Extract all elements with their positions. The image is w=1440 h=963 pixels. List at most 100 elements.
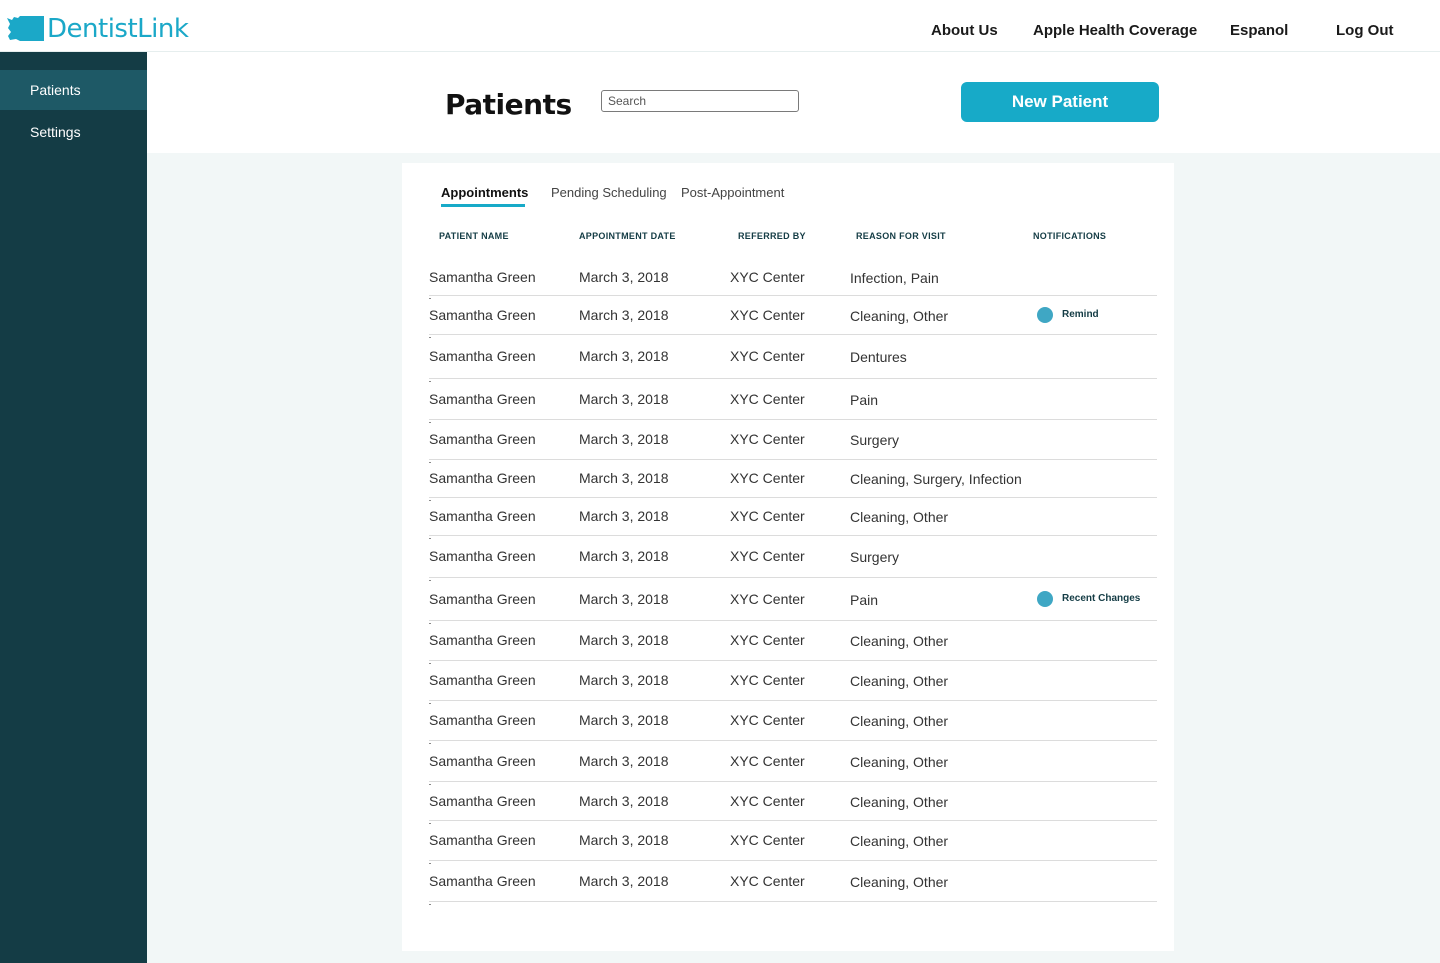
reason-for-visit-cell: Surgery [850,549,900,565]
reason-for-visit-cell: Pain [850,592,879,608]
page-title: Patients [445,88,572,121]
referred-by-cell: XYC Center [730,391,805,407]
sidebar-item-patients[interactable]: Patients [0,70,147,110]
reason-for-visit-cell: Cleaning, Other [850,754,949,770]
search-input[interactable] [601,90,799,112]
notification-label[interactable]: Remind [1062,309,1099,320]
column-header-reason-for-visit[interactable]: REASON FOR VISIT [856,231,946,241]
sidebar-item-settings[interactable]: Settings [0,112,147,152]
referred-by-cell: XYC Center [730,307,805,323]
patient-name-cell: Samantha Green [429,793,536,809]
tab-post-appointment[interactable]: Post-Appointment [681,185,784,200]
table-row[interactable]: Samantha Green March 3, 2018 XYC Center Cle… [429,620,1157,664]
notification-dot-icon[interactable] [1037,591,1053,607]
patient-name-cell: Samantha Green [429,348,536,364]
reason-for-visit-cell: Surgery [850,432,900,448]
patient-name-cell: Samantha Green [429,712,536,728]
appointment-date-cell: March 3, 2018 [579,873,669,889]
referred-by-cell: XYC Center [730,431,805,447]
active-tab-indicator [441,204,525,207]
new-patient-button[interactable]: New Patient [961,82,1159,122]
top-bar: DentistLink About Us Apple Health Covera… [0,0,1440,52]
referred-by-cell: XYC Center [730,269,805,285]
reason-for-visit-cell: Dentures [850,349,907,365]
appointment-date-cell: March 3, 2018 [579,548,669,564]
table-row[interactable]: Samantha Green March 3, 2018 XYC Center Cle… [429,295,1157,338]
table-row[interactable]: Samantha Green March 3, 2018 XYC Center Cle… [429,660,1157,704]
column-header-appointment-date[interactable]: APPOINTMENT DATE [579,231,676,241]
patient-name-cell: Samantha Green [429,753,536,769]
table-row[interactable]: Samantha Green March 3, 2018 XYC Center Pai… [429,378,1157,423]
patient-name-cell: Samantha Green [429,470,536,486]
tab-appointments[interactable]: Appointments [441,185,528,200]
patient-name-cell: Samantha Green [429,269,536,285]
nav-espanol[interactable]: Espanol [1230,22,1288,39]
reason-for-visit-cell: Cleaning, Other [850,633,949,649]
reason-for-visit-cell: Cleaning, Surgery, Infection [850,471,1022,487]
referred-by-cell: XYC Center [730,672,805,688]
appointment-date-cell: March 3, 2018 [579,307,669,323]
column-header-referred-by[interactable]: REFERRED BY [738,231,806,241]
reason-for-visit-cell: Cleaning, Other [850,673,949,689]
appointment-date-cell: March 3, 2018 [579,431,669,447]
table-row[interactable]: Samantha Green March 3, 2018 XYC Center Den… [429,334,1157,382]
notification-label[interactable]: Recent Changes [1062,593,1140,604]
reason-for-visit-cell: Infection, Pain [850,270,939,286]
tab-pending-scheduling[interactable]: Pending Scheduling [551,185,667,200]
patient-name-cell: Samantha Green [429,672,536,688]
table-row[interactable]: Samantha Green March 3, 2018 XYC Center Inf… [429,259,1157,299]
table-row[interactable]: Samantha Green March 3, 2018 XYC Center Cle… [429,740,1157,785]
referred-by-cell: XYC Center [730,591,805,607]
patient-name-cell: Samantha Green [429,548,536,564]
appointment-date-cell: March 3, 2018 [579,508,669,524]
patient-name-cell: Samantha Green [429,307,536,323]
table-row[interactable]: Samantha Green March 3, 2018 XYC Center Cle… [429,459,1157,501]
referred-by-cell: XYC Center [730,712,805,728]
row-marker [429,904,431,905]
table-row[interactable]: Samantha Green March 3, 2018 XYC Center Cle… [429,497,1157,539]
referred-by-cell: XYC Center [730,548,805,564]
patient-name-cell: Samantha Green [429,632,536,648]
reason-for-visit-cell: Cleaning, Other [850,308,949,324]
appointments-card: Appointments Pending Scheduling Post-App… [402,163,1174,951]
nav-apple-health-coverage[interactable]: Apple Health Coverage [1033,22,1197,39]
column-header-notifications[interactable]: NOTIFICATIONS [1033,231,1106,241]
referred-by-cell: XYC Center [730,632,805,648]
table-row[interactable]: Samantha Green March 3, 2018 XYC Center Pai… [429,577,1157,624]
reason-for-visit-cell: Pain [850,392,879,408]
reason-for-visit-cell: Cleaning, Other [850,713,949,729]
nav-log-out[interactable]: Log Out [1336,22,1393,39]
table-row[interactable]: Samantha Green March 3, 2018 XYC Center Cle… [429,820,1157,864]
patient-name-cell: Samantha Green [429,391,536,407]
referred-by-cell: XYC Center [730,793,805,809]
table-row[interactable]: Samantha Green March 3, 2018 XYC Center Cle… [429,781,1157,824]
appointment-date-cell: March 3, 2018 [579,269,669,285]
appointment-date-cell: March 3, 2018 [579,632,669,648]
appointment-date-cell: March 3, 2018 [579,672,669,688]
appointment-date-cell: March 3, 2018 [579,753,669,769]
referred-by-cell: XYC Center [730,753,805,769]
referred-by-cell: XYC Center [730,508,805,524]
appointment-date-cell: March 3, 2018 [579,712,669,728]
appointment-date-cell: March 3, 2018 [579,391,669,407]
patient-name-cell: Samantha Green [429,508,536,524]
column-header-patient-name[interactable]: PATIENT NAME [439,231,509,241]
top-nav: About Us Apple Health Coverage Espanol L… [0,22,1440,44]
appointment-date-cell: March 3, 2018 [579,793,669,809]
table-row[interactable]: Samantha Green March 3, 2018 XYC Center Sur… [429,535,1157,581]
patient-name-cell: Samantha Green [429,832,536,848]
table-row[interactable]: Samantha Green March 3, 2018 XYC Center Cle… [429,700,1157,744]
reason-for-visit-cell: Cleaning, Other [850,509,949,525]
reason-for-visit-cell: Cleaning, Other [850,874,949,890]
reason-for-visit-cell: Cleaning, Other [850,794,949,810]
appointment-date-cell: March 3, 2018 [579,348,669,364]
nav-about-us[interactable]: About Us [931,22,998,39]
referred-by-cell: XYC Center [730,470,805,486]
table-row[interactable]: Samantha Green March 3, 2018 XYC Center Sur… [429,419,1157,463]
referred-by-cell: XYC Center [730,832,805,848]
referred-by-cell: XYC Center [730,873,805,889]
sidebar: Patients Settings [0,52,147,963]
referred-by-cell: XYC Center [730,348,805,364]
table-row[interactable]: Samantha Green March 3, 2018 XYC Center Cle… [429,860,1157,905]
notification-dot-icon[interactable] [1037,307,1053,323]
